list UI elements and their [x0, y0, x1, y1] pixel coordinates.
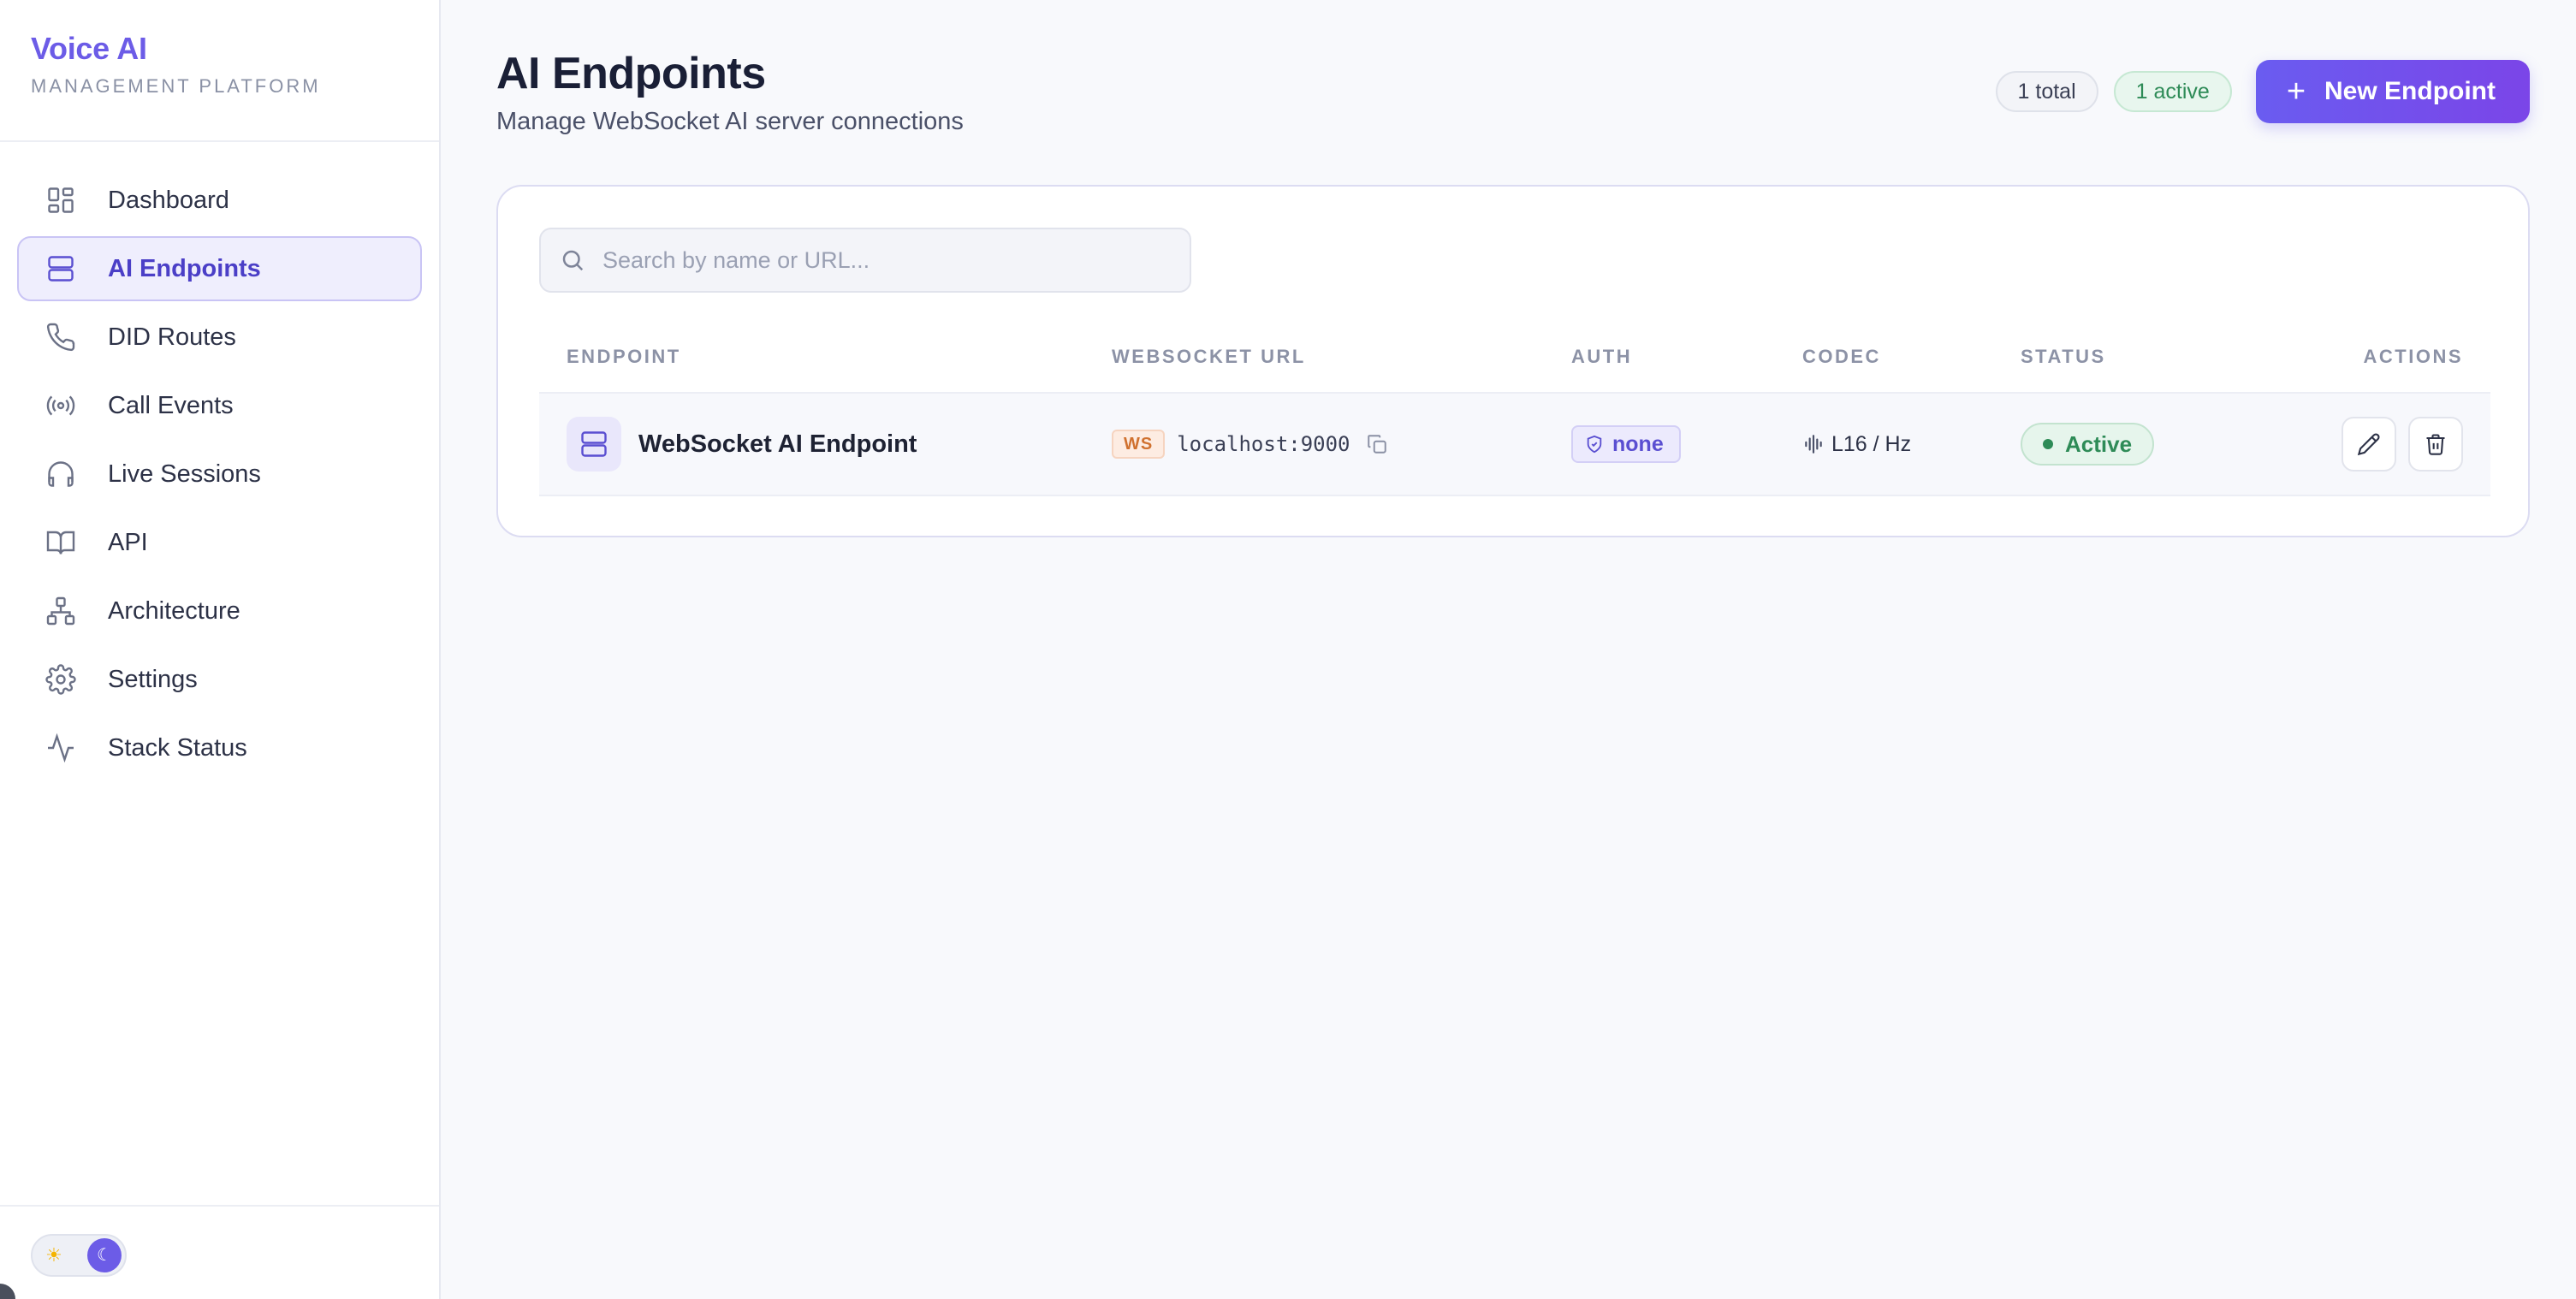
plus-icon: +: [2286, 74, 2306, 110]
brand: Voice AI MANAGEMENT PLATFORM: [0, 0, 439, 142]
sidebar-item-ai-endpoints[interactable]: AI Endpoints: [17, 236, 422, 301]
server-icon: [45, 252, 77, 285]
brand-subtitle: MANAGEMENT PLATFORM: [31, 75, 321, 97]
sidebar-footer: ☀ ☾: [0, 1205, 439, 1299]
sidebar-item-label: DID Routes: [108, 323, 236, 351]
server-icon: [567, 417, 621, 472]
moon-icon: ☾: [87, 1238, 122, 1272]
column-header-auth: AUTH: [1571, 346, 1633, 367]
sidebar-item-label: Settings: [108, 665, 198, 693]
column-header-actions: ACTIONS: [2363, 346, 2463, 367]
table-row[interactable]: WebSocket AI Endpoint WS localhost:9000 …: [539, 392, 2490, 496]
headphones-icon: [45, 458, 77, 490]
delete-button[interactable]: [2408, 417, 2463, 472]
page-title: AI Endpoints: [496, 49, 766, 98]
trash-icon: [2426, 434, 2445, 455]
endpoint-name: WebSocket AI Endpoint: [638, 430, 917, 458]
column-header-websocket-url: WEBSOCKET URL: [1112, 346, 1306, 367]
sidebar-item-did-routes[interactable]: DID Routes: [17, 305, 422, 370]
gear-icon: [45, 663, 77, 696]
auth-value: none: [1612, 431, 1664, 456]
active-count-badge: 1 active: [2113, 71, 2232, 112]
pencil-icon: [2357, 433, 2380, 456]
sidebar-item-architecture[interactable]: Architecture: [17, 578, 422, 644]
search-box[interactable]: [539, 228, 1191, 293]
sidebar-item-label: Live Sessions: [108, 460, 261, 488]
status-dot: [2043, 439, 2053, 449]
sidebar-item-label: Dashboard: [108, 186, 229, 214]
sidebar-item-dashboard[interactable]: Dashboard: [17, 168, 422, 233]
endpoint-url: localhost:9000: [1177, 432, 1350, 456]
search-input[interactable]: [602, 246, 1150, 274]
total-count-badge: 1 total: [1995, 71, 2098, 112]
sidebar-item-api[interactable]: API: [17, 510, 422, 575]
shield-icon: [1587, 435, 1602, 454]
sidebar-item-settings[interactable]: Settings: [17, 647, 422, 712]
network-icon: [45, 595, 77, 627]
auth-badge: none: [1571, 425, 1681, 463]
search-icon: [560, 247, 585, 273]
auth-cell: none: [1571, 394, 1681, 495]
sidebar-item-stack-status[interactable]: Stack Status: [17, 715, 422, 780]
column-header-codec: CODEC: [1802, 346, 1881, 367]
brand-title: Voice AI: [31, 31, 147, 66]
sidebar-item-label: Architecture: [108, 596, 240, 625]
sidebar-item-live-sessions[interactable]: Live Sessions: [17, 442, 422, 507]
websocket-url-cell: WS localhost:9000: [1112, 394, 1390, 495]
new-endpoint-button[interactable]: + New Endpoint: [2255, 60, 2530, 123]
header-actions: 1 total 1 active + New Endpoint: [1995, 60, 2530, 123]
actions-cell: [2342, 394, 2463, 495]
sun-icon: ☀: [45, 1244, 62, 1266]
sidebar-nav: Dashboard AI Endpoints DID Routes Call E…: [0, 142, 439, 780]
theme-toggle[interactable]: ☀ ☾: [31, 1234, 127, 1277]
sidebar: Voice AI MANAGEMENT PLATFORM Dashboard A…: [0, 0, 441, 1299]
protocol-tag: WS: [1112, 430, 1166, 459]
endpoints-card: ENDPOINT WEBSOCKET URL AUTH CODEC STATUS…: [496, 185, 2530, 537]
book-icon: [45, 526, 77, 559]
status-value: Active: [2065, 430, 2133, 457]
sidebar-item-label: Stack Status: [108, 733, 247, 762]
dashboard-icon: [45, 184, 77, 216]
edit-button[interactable]: [2342, 417, 2396, 472]
sidebar-item-label: Call Events: [108, 391, 234, 419]
sidebar-item-label: API: [108, 528, 148, 556]
column-header-endpoint: ENDPOINT: [567, 346, 681, 367]
waveform-icon: [1805, 435, 1822, 454]
broadcast-icon: [45, 389, 77, 422]
endpoint-cell: WebSocket AI Endpoint: [567, 394, 917, 495]
codec-cell: L16 / Hz: [1802, 394, 1911, 495]
sidebar-item-label: AI Endpoints: [108, 254, 261, 282]
page-subtitle: Manage WebSocket AI server connections: [496, 108, 964, 135]
codec-value: L16 / Hz: [1831, 431, 1912, 456]
column-header-status: STATUS: [2021, 346, 2106, 367]
table-header: ENDPOINT WEBSOCKET URL AUTH CODEC STATUS…: [539, 346, 2490, 389]
status-cell: Active: [2021, 394, 2155, 495]
activity-icon: [45, 732, 77, 764]
copy-icon[interactable]: [1366, 432, 1390, 456]
new-endpoint-label: New Endpoint: [2324, 77, 2496, 105]
status-badge: Active: [2021, 423, 2155, 466]
phone-icon: [45, 321, 77, 353]
main-content: AI Endpoints Manage WebSocket AI server …: [496, 0, 2576, 1299]
sidebar-item-call-events[interactable]: Call Events: [17, 373, 422, 438]
